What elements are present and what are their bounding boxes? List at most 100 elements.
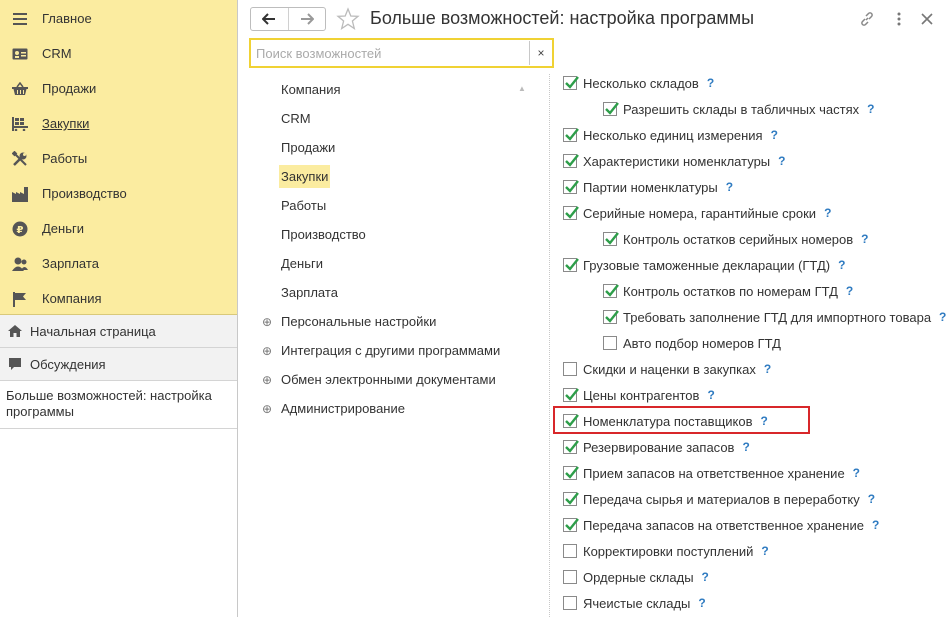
option-row[interactable]: Требовать заполнение ГТД для импортного … xyxy=(603,304,946,330)
help-icon[interactable]: ? xyxy=(771,128,778,142)
help-icon[interactable]: ? xyxy=(778,154,785,168)
checkbox-unchecked[interactable] xyxy=(563,362,577,376)
option-row[interactable]: Авто подбор номеров ГТД xyxy=(603,330,781,356)
checkbox-checked[interactable] xyxy=(603,310,619,324)
help-icon[interactable]: ? xyxy=(707,76,714,90)
tree-item-crm[interactable]: CRM xyxy=(281,106,311,131)
option-row[interactable]: Скидки и наценки в закупках? xyxy=(563,356,771,382)
option-row[interactable]: Прием запасов на ответственное хранение? xyxy=(563,460,860,486)
section-works[interactable]: Работы xyxy=(0,141,237,176)
option-row[interactable]: Корректировки поступлений? xyxy=(563,538,769,564)
checkbox-checked[interactable] xyxy=(563,518,579,532)
checkbox-checked[interactable] xyxy=(563,440,579,454)
home-page-link[interactable]: Начальная страница xyxy=(0,315,237,348)
help-icon[interactable]: ? xyxy=(939,310,946,324)
back-button[interactable] xyxy=(251,8,288,30)
option-row[interactable]: Партии номенклатуры? xyxy=(563,174,733,200)
checkbox-checked[interactable] xyxy=(563,466,579,480)
section-main[interactable]: Главное xyxy=(0,1,237,36)
checkbox-checked[interactable] xyxy=(563,128,579,142)
option-row[interactable]: Характеристики номенклатуры? xyxy=(563,148,786,174)
tree-item-personal-settings[interactable]: Персональные настройки xyxy=(281,309,436,334)
option-row[interactable]: Несколько единиц измерения? xyxy=(563,122,778,148)
tree-item-salary[interactable]: Зарплата xyxy=(281,280,338,305)
expand-plus-icon[interactable]: ⊕ xyxy=(261,374,273,386)
tree-item-works[interactable]: Работы xyxy=(281,193,326,218)
section-production[interactable]: Производство xyxy=(0,176,237,211)
help-icon[interactable]: ? xyxy=(867,102,874,116)
checkbox-checked[interactable] xyxy=(563,388,579,402)
checkbox-unchecked[interactable] xyxy=(563,544,577,558)
help-icon[interactable]: ? xyxy=(838,258,845,272)
option-row[interactable]: Передача сырья и материалов в переработк… xyxy=(563,486,875,512)
option-row[interactable]: Разрешить склады в табличных частях? xyxy=(603,96,874,122)
discussions-link[interactable]: Обсуждения xyxy=(0,348,237,381)
expand-plus-icon[interactable]: ⊕ xyxy=(261,403,273,415)
help-icon[interactable]: ? xyxy=(824,206,831,220)
tree-item-company[interactable]: Компания xyxy=(281,77,341,102)
checkbox-checked[interactable] xyxy=(563,76,579,90)
help-icon[interactable]: ? xyxy=(707,388,714,402)
option-row[interactable]: Резервирование запасов? xyxy=(563,434,750,460)
link-icon[interactable] xyxy=(857,9,877,29)
option-row[interactable]: Несколько складов? xyxy=(563,70,714,96)
tree-item-money[interactable]: Деньги xyxy=(281,251,323,276)
option-row[interactable]: Грузовые таможенные декларации (ГТД)? xyxy=(563,252,845,278)
tree-item-purchases[interactable]: Закупки xyxy=(279,164,331,189)
help-icon[interactable]: ? xyxy=(853,466,860,480)
section-company[interactable]: Компания xyxy=(0,281,237,316)
open-window-item[interactable]: Больше возможностей: настройка программы xyxy=(0,381,237,429)
section-sales[interactable]: Продажи xyxy=(0,71,237,106)
tree-item-edi[interactable]: Обмен электронными документами xyxy=(281,367,496,392)
tree-item-sales[interactable]: Продажи xyxy=(281,135,335,160)
tree-item-integration[interactable]: Интеграция с другими программами xyxy=(281,338,500,363)
checkbox-checked[interactable] xyxy=(563,206,579,220)
help-icon[interactable]: ? xyxy=(742,440,749,454)
help-icon[interactable]: ? xyxy=(702,570,709,584)
help-icon[interactable]: ? xyxy=(868,492,875,506)
checkbox-unchecked[interactable] xyxy=(603,336,617,350)
checkbox-checked[interactable] xyxy=(563,258,579,272)
section-money[interactable]: ₽ Деньги xyxy=(0,211,237,246)
option-label: Серийные номера, гарантийные сроки xyxy=(583,205,817,221)
checkbox-checked[interactable] xyxy=(603,232,619,246)
option-row[interactable]: Передача запасов на ответственное хранен… xyxy=(563,512,879,538)
checkbox-checked[interactable] xyxy=(603,284,619,298)
checkbox-checked[interactable] xyxy=(603,102,619,116)
expand-plus-icon[interactable]: ⊕ xyxy=(261,316,273,328)
option-row[interactable]: Контроль остатков по номерам ГТД? xyxy=(603,278,853,304)
menu-icon xyxy=(11,10,29,28)
help-icon[interactable]: ? xyxy=(872,518,879,532)
section-salary[interactable]: Зарплата xyxy=(0,246,237,281)
favorite-star-icon[interactable] xyxy=(336,7,360,31)
section-crm[interactable]: CRM xyxy=(0,36,237,71)
clear-search-button[interactable]: × xyxy=(530,46,552,60)
expand-plus-icon[interactable]: ⊕ xyxy=(261,345,273,357)
home-icon xyxy=(7,323,23,339)
help-icon[interactable]: ? xyxy=(861,232,868,246)
search-input[interactable] xyxy=(251,41,530,65)
checkbox-checked[interactable] xyxy=(563,180,579,194)
option-row[interactable]: Серийные номера, гарантийные сроки? xyxy=(563,200,831,226)
option-row[interactable]: Ячеистые склады? xyxy=(563,590,706,616)
tree-item-administration[interactable]: Администрирование xyxy=(281,396,405,421)
checkbox-unchecked[interactable] xyxy=(563,570,577,584)
forward-button[interactable] xyxy=(287,8,326,30)
checkbox-checked[interactable] xyxy=(563,154,579,168)
tree-item-production[interactable]: Производство xyxy=(281,222,366,247)
help-icon[interactable]: ? xyxy=(726,180,733,194)
more-icon[interactable] xyxy=(889,9,909,29)
checkbox-unchecked[interactable] xyxy=(563,596,577,610)
option-row[interactable]: Ордерные склады? xyxy=(563,564,709,590)
option-row[interactable]: Контроль остатков серийных номеров? xyxy=(603,226,869,252)
option-row[interactable]: Цены контрагентов? xyxy=(563,382,715,408)
help-icon[interactable]: ? xyxy=(764,362,771,376)
help-icon[interactable]: ? xyxy=(698,596,705,610)
section-purchases[interactable]: Закупки xyxy=(0,106,237,141)
help-icon[interactable]: ? xyxy=(761,544,768,558)
help-icon[interactable]: ? xyxy=(846,284,853,298)
checkbox-checked[interactable] xyxy=(563,492,579,506)
scroll-up-arrow-icon[interactable]: ▲ xyxy=(518,84,526,93)
checkmark-icon xyxy=(565,388,579,401)
close-icon[interactable] xyxy=(917,9,937,29)
